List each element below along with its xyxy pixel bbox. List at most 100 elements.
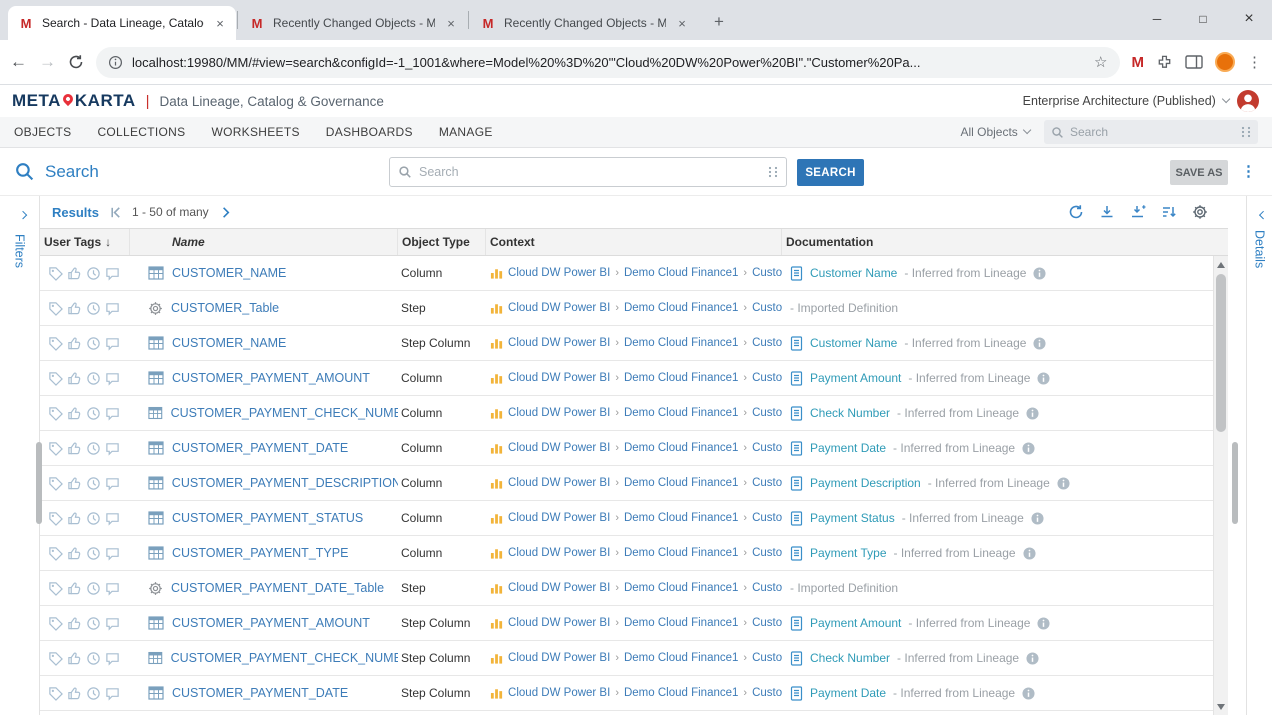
- context-crumb-link[interactable]: Demo Cloud Finance1: [624, 582, 738, 594]
- context-crumb-link[interactable]: Cloud DW Power BI: [508, 547, 610, 559]
- browser-tab-3[interactable]: M Recently Changed Objects - Me... ×: [470, 6, 698, 40]
- history-clock-icon[interactable]: [86, 301, 101, 316]
- table-row[interactable]: CUSTOMER_PAYMENT_STATUS Column Cloud DW …: [40, 501, 1228, 536]
- thumbs-up-icon[interactable]: [67, 651, 82, 666]
- info-icon[interactable]: [1037, 617, 1050, 630]
- sort-icon[interactable]: [1161, 204, 1177, 220]
- browser-tab-active[interactable]: M Search - Data Lineage, Catalog ×: [8, 6, 236, 40]
- thumbs-up-icon[interactable]: [67, 266, 82, 281]
- tag-icon[interactable]: [48, 336, 63, 351]
- tag-icon[interactable]: [48, 441, 63, 456]
- info-icon[interactable]: [1033, 267, 1046, 280]
- info-icon[interactable]: [1037, 372, 1050, 385]
- context-crumb-link[interactable]: Customer: [752, 477, 782, 489]
- comment-icon[interactable]: [105, 476, 120, 491]
- tab-close-icon[interactable]: ×: [443, 15, 459, 31]
- context-crumb-link[interactable]: Demo Cloud Finance1: [624, 337, 738, 349]
- info-icon[interactable]: [1023, 547, 1036, 560]
- comment-icon[interactable]: [105, 441, 120, 456]
- info-icon[interactable]: [1022, 687, 1035, 700]
- context-crumb-link[interactable]: Cloud DW Power BI: [508, 687, 610, 699]
- object-name-link[interactable]: CUSTOMER_PAYMENT_STATUS: [172, 511, 363, 525]
- comment-icon[interactable]: [105, 406, 120, 421]
- table-row[interactable]: CUSTOMER_PAYMENT_DATE Column Cloud DW Po…: [40, 431, 1228, 466]
- nav-item-worksheets[interactable]: WORKSHEETS: [211, 125, 299, 139]
- metakarta-logo[interactable]: META KARTA: [12, 91, 136, 111]
- metakarta-extension-icon[interactable]: M: [1132, 54, 1145, 71]
- tab-close-icon[interactable]: ×: [674, 15, 690, 31]
- scrollbar-thumb[interactable]: [1216, 274, 1226, 432]
- documentation-link[interactable]: Payment Date: [810, 686, 886, 700]
- context-crumb-link[interactable]: Demo Cloud Finance1: [624, 302, 738, 314]
- thumbs-up-icon[interactable]: [67, 581, 82, 596]
- info-icon[interactable]: [1026, 407, 1039, 420]
- thumbs-up-icon[interactable]: [67, 301, 82, 316]
- history-clock-icon[interactable]: [86, 476, 101, 491]
- search-input[interactable]: [419, 165, 761, 179]
- site-info-icon[interactable]: [108, 55, 123, 70]
- context-crumb-link[interactable]: Customer: [752, 302, 782, 314]
- save-as-button[interactable]: SAVE AS: [1170, 160, 1228, 185]
- context-crumb-link[interactable]: Customer: [752, 512, 782, 524]
- object-name-link[interactable]: CUSTOMER_PAYMENT_DATE: [172, 441, 348, 455]
- object-name-link[interactable]: CUSTOMER_PAYMENT_DESCRIPTION: [172, 476, 398, 490]
- thumbs-up-icon[interactable]: [67, 476, 82, 491]
- table-row[interactable]: CUSTOMER_PAYMENT_DESCRIPTION Column Clou…: [40, 466, 1228, 501]
- object-name-link[interactable]: CUSTOMER_NAME: [172, 266, 286, 280]
- context-crumb-link[interactable]: Demo Cloud Finance1: [624, 512, 738, 524]
- context-crumb-link[interactable]: Cloud DW Power BI: [508, 442, 610, 454]
- forward-icon[interactable]: →: [39, 52, 56, 72]
- history-clock-icon[interactable]: [86, 581, 101, 596]
- comment-icon[interactable]: [105, 511, 120, 526]
- thumbs-up-icon[interactable]: [67, 511, 82, 526]
- history-clock-icon[interactable]: [86, 686, 101, 701]
- table-row[interactable]: CUSTOMER_PAYMENT_AMOUNT Step Column Clou…: [40, 606, 1228, 641]
- object-name-link[interactable]: CUSTOMER_PAYMENT_DATE_Table: [171, 581, 384, 595]
- documentation-link[interactable]: Payment Amount: [810, 371, 901, 385]
- context-crumb-link[interactable]: Customer: [752, 652, 782, 664]
- nav-item-manage[interactable]: MANAGE: [439, 125, 493, 139]
- tag-icon[interactable]: [48, 371, 63, 386]
- history-clock-icon[interactable]: [86, 511, 101, 526]
- history-clock-icon[interactable]: [86, 651, 101, 666]
- context-crumb-link[interactable]: Demo Cloud Finance1: [624, 442, 738, 454]
- history-clock-icon[interactable]: [86, 441, 101, 456]
- column-header-documentation[interactable]: Documentation: [782, 229, 1212, 255]
- tag-icon[interactable]: [48, 581, 63, 596]
- details-panel-collapsed[interactable]: Details: [1246, 196, 1272, 715]
- settings-gear-icon[interactable]: [1192, 204, 1208, 220]
- expand-details-chevron-icon[interactable]: [1258, 211, 1267, 220]
- search-button[interactable]: SEARCH: [797, 159, 864, 186]
- context-crumb-link[interactable]: Customer: [752, 442, 782, 454]
- table-row[interactable]: CUSTOMER_PAYMENT_TYPE Column Cloud DW Po…: [40, 536, 1228, 571]
- tag-icon[interactable]: [48, 511, 63, 526]
- comment-icon[interactable]: [105, 266, 120, 281]
- comment-icon[interactable]: [105, 301, 120, 316]
- window-close-button[interactable]: ×: [1226, 0, 1272, 38]
- table-row[interactable]: CUSTOMER_Table Step Cloud DW Power BI›De…: [40, 291, 1228, 326]
- info-icon[interactable]: [1022, 442, 1035, 455]
- download-icon[interactable]: [1099, 204, 1115, 220]
- context-crumb-link[interactable]: Demo Cloud Finance1: [624, 547, 738, 559]
- context-crumb-link[interactable]: Demo Cloud Finance1: [624, 652, 738, 664]
- context-crumb-link[interactable]: Demo Cloud Finance1: [624, 407, 738, 419]
- tab-close-icon[interactable]: ×: [212, 15, 228, 31]
- tag-icon[interactable]: [48, 266, 63, 281]
- context-crumb-link[interactable]: Demo Cloud Finance1: [624, 477, 738, 489]
- table-row[interactable]: CUSTOMER_PAYMENT_DATE_Table Step Cloud D…: [40, 571, 1228, 606]
- documentation-link[interactable]: Payment Status: [810, 511, 895, 525]
- info-icon[interactable]: [1026, 652, 1039, 665]
- thumbs-up-icon[interactable]: [67, 686, 82, 701]
- object-name-link[interactable]: CUSTOMER_PAYMENT_AMOUNT: [172, 371, 370, 385]
- history-clock-icon[interactable]: [86, 546, 101, 561]
- thumbs-up-icon[interactable]: [67, 616, 82, 631]
- panel-resize-handle[interactable]: [36, 442, 42, 524]
- context-crumb-link[interactable]: Demo Cloud Finance1: [624, 267, 738, 279]
- documentation-link[interactable]: Payment Description: [810, 476, 921, 490]
- documentation-link[interactable]: Customer Name: [810, 336, 897, 350]
- comment-icon[interactable]: [105, 581, 120, 596]
- comment-icon[interactable]: [105, 546, 120, 561]
- tag-icon[interactable]: [48, 301, 63, 316]
- context-crumb-link[interactable]: Cloud DW Power BI: [508, 652, 610, 664]
- object-name-link[interactable]: CUSTOMER_PAYMENT_AMOUNT: [172, 616, 370, 630]
